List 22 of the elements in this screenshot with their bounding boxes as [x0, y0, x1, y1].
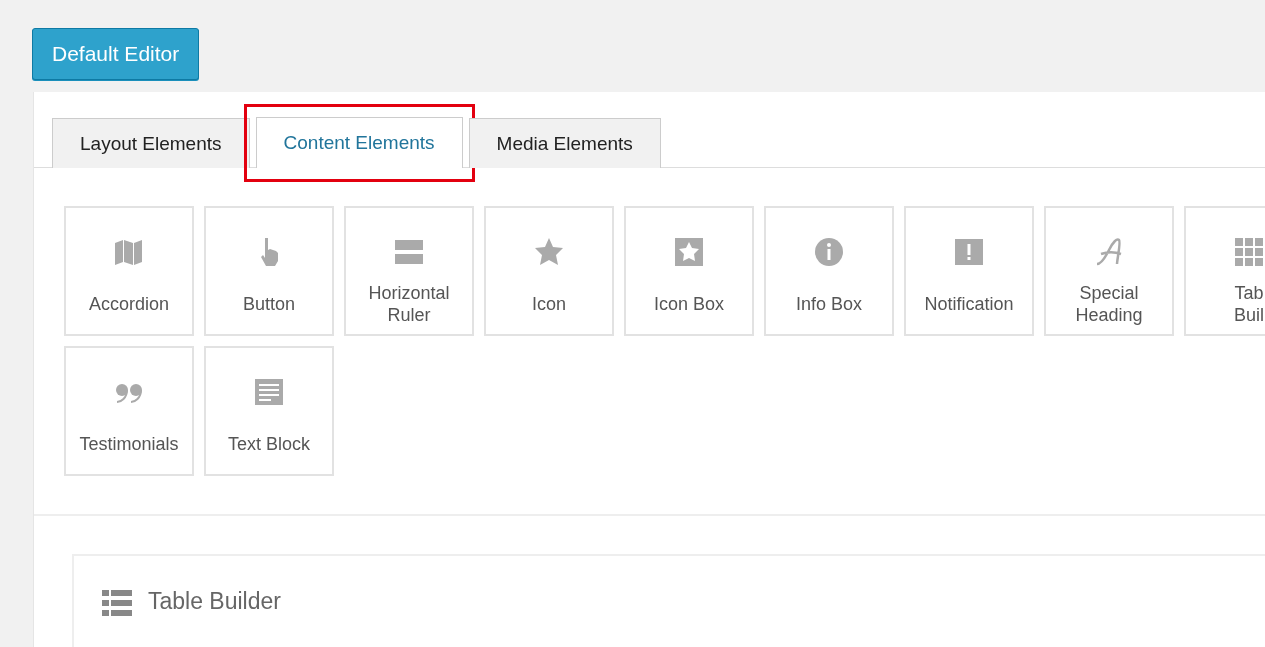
element-tile[interactable]: Icon [484, 206, 614, 336]
exclamation-square-icon [953, 236, 985, 268]
star-icon [533, 236, 565, 268]
list-icon [102, 590, 132, 616]
table-builder-title: Table Builder [148, 588, 281, 615]
element-tile[interactable]: Icon Box [624, 206, 754, 336]
element-tile[interactable]: Special Heading [1044, 206, 1174, 336]
grid-icon [1233, 236, 1265, 268]
element-tile[interactable]: Testimonials [64, 346, 194, 476]
star-square-icon [673, 236, 705, 268]
element-tile[interactable]: Horizontal Ruler [344, 206, 474, 336]
element-tile[interactable]: Tab Buil [1184, 206, 1265, 336]
element-tile[interactable]: Notification [904, 206, 1034, 336]
tab[interactable]: Media Elements [468, 118, 661, 168]
element-tile[interactable]: Text Block [204, 346, 334, 476]
text-lines-icon [253, 376, 285, 408]
element-tile[interactable]: Accordion [64, 206, 194, 336]
tab[interactable]: Layout Elements [52, 118, 250, 168]
info-icon [813, 236, 845, 268]
element-tile[interactable]: Info Box [764, 206, 894, 336]
element-tile[interactable]: Button [204, 206, 334, 336]
tab[interactable]: Content Elements [255, 117, 463, 168]
